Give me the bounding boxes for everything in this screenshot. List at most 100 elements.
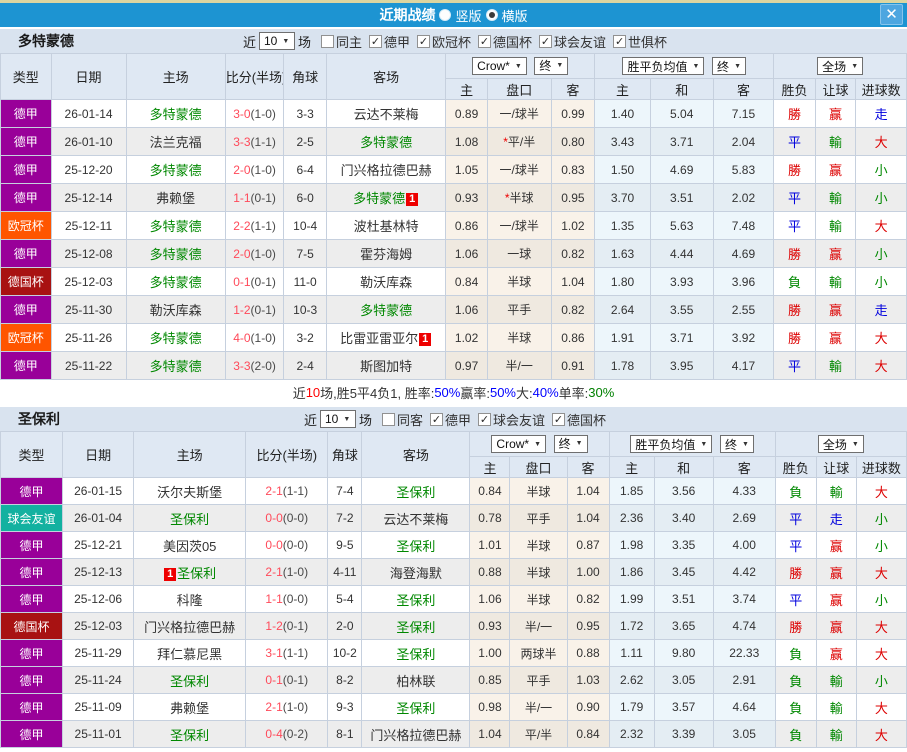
away-team-cell: 门兴格拉德巴赫 <box>325 155 447 184</box>
avg-away-odds: 7.15 <box>712 99 775 128</box>
filter-label[interactable]: 球会友谊 <box>493 410 545 429</box>
result-goals: 大 <box>855 612 907 640</box>
filter-checkbox[interactable] <box>417 34 430 48</box>
avg-away-odds: 4.74 <box>712 612 776 640</box>
crow-home-odds: 0.98 <box>469 693 511 721</box>
layout-radio-horizontal[interactable]: 横版 <box>485 6 528 25</box>
avg-time-select[interactable]: 终 <box>719 435 754 453</box>
filter-checkbox[interactable] <box>430 412 443 426</box>
filter-label[interactable]: 同客 <box>397 410 423 429</box>
filter-checkbox[interactable] <box>320 34 334 48</box>
filter-label[interactable]: 同主 <box>336 32 362 51</box>
title-bar: 近期战绩 竖版 横版 ✕ <box>0 3 907 27</box>
filter-checkbox[interactable] <box>381 412 395 426</box>
scope-select[interactable]: 全场 <box>817 435 864 453</box>
home-team-cell: 弗赖堡 <box>133 693 247 721</box>
filter-label[interactable]: 德甲 <box>445 410 471 429</box>
corner-cell: 8-1 <box>327 720 363 748</box>
league-type-badge: 欧冠杯 <box>0 323 52 352</box>
odds-time-select[interactable]: 终 <box>553 434 588 453</box>
filter-label[interactable]: 世俱杯 <box>628 32 667 51</box>
crow-handicap: 平手 <box>509 666 568 694</box>
summary-segment: 大: <box>516 386 533 401</box>
radio-selected-icon[interactable] <box>485 9 498 21</box>
team-label: 弗赖堡 <box>156 191 196 206</box>
odds-time-select[interactable]: 终 <box>534 56 569 75</box>
unit-label: 场 <box>358 412 372 428</box>
score-cell: 2-2(1-1) <box>224 211 285 240</box>
result-outcome: 負 <box>774 666 817 694</box>
team-label: 多特蒙德 <box>149 163 202 178</box>
filter-label[interactable]: 德国杯 <box>567 410 606 429</box>
odds-provider-header: Crow* 终 <box>469 431 610 457</box>
away-team-cell: 比雷亚雷亚尔 1 <box>325 323 447 352</box>
filter-checkbox[interactable] <box>478 34 492 48</box>
sub-col-avg-draw: 和 <box>649 78 714 100</box>
team-label: 法兰克福 <box>149 135 202 150</box>
layout-radio-vertical[interactable]: 竖版 <box>439 6 482 25</box>
scope-select[interactable]: 全场 <box>817 57 864 75</box>
crow-home-odds: 1.05 <box>445 155 488 184</box>
home-team-cell: 科隆 <box>133 585 247 613</box>
team-label: 云达不莱梅 <box>353 107 419 122</box>
sub-col-goals: 进球数 <box>855 78 907 100</box>
date-cell: 26-01-15 <box>62 477 135 505</box>
date-cell: 25-12-03 <box>50 267 127 296</box>
filter-checkbox[interactable] <box>478 412 492 426</box>
away-team-cell: 霍芬海姆 <box>325 239 447 268</box>
filter-bar: 近10场 同主 德甲 欧冠杯 德国杯 球会友谊 世俱杯 <box>240 32 667 51</box>
crow-home-odds: 1.06 <box>445 239 488 268</box>
filter-checkbox[interactable] <box>613 34 627 48</box>
crow-home-odds: 1.08 <box>445 127 488 156</box>
filter-label[interactable]: 球会友谊 <box>554 32 606 51</box>
team-label: 海登海默 <box>389 565 442 581</box>
avg-odds-select[interactable]: 胜平负均值 <box>622 57 705 75</box>
team-label: 云达不莱梅 <box>383 511 449 527</box>
corner-cell: 4-11 <box>327 558 363 586</box>
corner-cell: 2-5 <box>283 127 327 156</box>
close-icon[interactable]: ✕ <box>880 4 903 25</box>
avg-draw-odds: 3.40 <box>653 504 714 532</box>
avg-odds-select[interactable]: 胜平负均值 <box>630 435 713 453</box>
home-team-cell: 多特蒙德 <box>125 267 226 296</box>
crow-handicap: 半球 <box>486 323 552 352</box>
filter-checkbox[interactable] <box>368 34 382 48</box>
col-home: 主场 <box>125 53 226 100</box>
date-cell: 25-12-06 <box>62 585 135 613</box>
result-outcome: 平 <box>773 183 816 212</box>
league-type-badge: 德甲 <box>0 155 52 184</box>
col-corner: 角球 <box>327 431 363 478</box>
filter-label[interactable]: 德甲 <box>384 32 410 51</box>
crow-home-odds: 0.93 <box>445 183 488 212</box>
score-cell: 3-3(2-0) <box>224 351 285 380</box>
recent-matches-table-stpauli: 类型 日期 主场 比分(半场) 角球 客场 Crow* 终 胜平负均值 终 全场… <box>0 431 907 748</box>
filter-checkbox[interactable] <box>552 412 566 426</box>
col-date: 日期 <box>62 431 135 478</box>
match-row: 德甲 25-11-22 多特蒙德 3-3(2-0) 2-4 斯图加特 0.97 半/一 0.91… <box>0 351 907 380</box>
result-goals: 小 <box>855 155 907 184</box>
recent-count-select[interactable]: 10 <box>319 410 356 428</box>
filter-checkbox[interactable] <box>539 34 553 48</box>
result-handicap: 輸 <box>814 267 857 296</box>
bookmaker-select[interactable]: Crow* <box>472 57 527 76</box>
corner-cell: 11-0 <box>283 267 327 296</box>
filter-label[interactable]: 德国杯 <box>493 32 532 51</box>
col-home: 主场 <box>133 431 247 478</box>
crow-handicap: 平手 <box>509 504 568 532</box>
filter-label[interactable]: 欧冠杯 <box>432 32 471 51</box>
radio-label: 横版 <box>501 8 528 24</box>
avg-home-odds: 2.32 <box>608 720 655 748</box>
recent-count-select[interactable]: 10 <box>258 32 295 50</box>
avg-home-odds: 1.50 <box>594 155 651 184</box>
away-team-cell: 圣保利 <box>361 612 471 640</box>
bookmaker-select[interactable]: Crow* <box>491 435 547 454</box>
corner-cell: 7-5 <box>283 239 327 268</box>
match-row: 德甲 25-11-29 拜仁慕尼黑 3-1(1-1) 10-2 圣保利 1.00 两球半 0.8… <box>0 639 907 667</box>
match-row: 德甲 25-12-21 美因茨05 0-0(0-0) 9-5 圣保利 1.01 半球 0.87 1… <box>0 531 907 559</box>
radio-unselected-icon[interactable] <box>439 9 452 21</box>
avg-odds-header: 胜平负均值 终 <box>608 431 776 457</box>
corner-cell: 9-5 <box>327 531 363 559</box>
avg-draw-odds: 3.71 <box>649 323 714 352</box>
avg-away-odds: 2.02 <box>712 183 775 212</box>
avg-time-select[interactable]: 终 <box>712 57 746 75</box>
